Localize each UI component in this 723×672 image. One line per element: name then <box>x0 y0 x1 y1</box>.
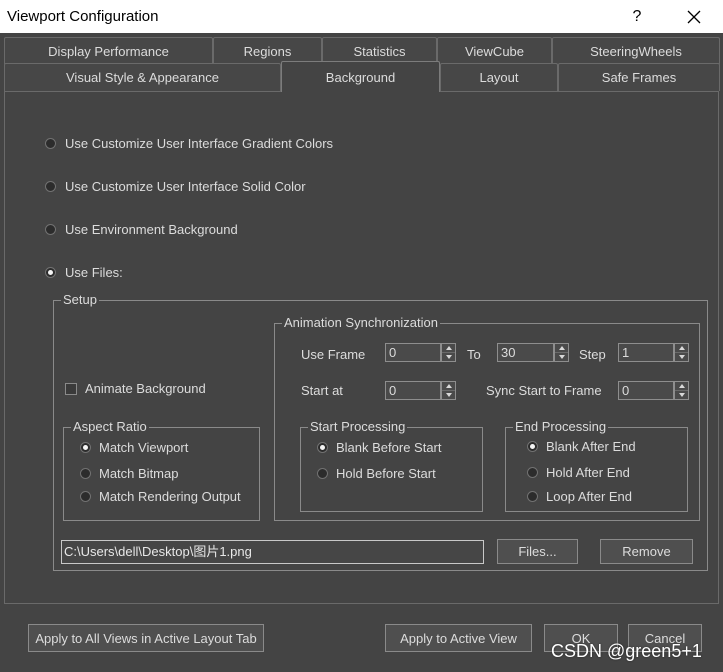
help-button[interactable]: ? <box>617 0 657 33</box>
radio-button[interactable] <box>317 468 328 479</box>
tab-visual-style-appearance[interactable]: Visual Style & Appearance <box>4 63 281 91</box>
apply-to-all-views-label: Apply to All Views in Active Layout Tab <box>35 630 257 646</box>
radio-label: Match Viewport <box>99 440 189 455</box>
radio-label: Match Bitmap <box>99 466 179 481</box>
spinner-up-arrow-icon[interactable] <box>675 344 688 353</box>
sync-start-field[interactable]: 0 <box>618 381 674 400</box>
aspect-ratio-title: Aspect Ratio <box>71 419 149 435</box>
radio-button[interactable] <box>527 491 538 502</box>
radio-label: Blank Before Start <box>336 440 442 455</box>
setup-group-title: Setup <box>61 292 99 308</box>
tab-label: ViewCube <box>464 43 525 59</box>
remove-button[interactable]: Remove <box>600 539 693 564</box>
tab-label: Visual Style & Appearance <box>66 70 219 85</box>
animate-background-checkbox[interactable] <box>65 383 77 395</box>
close-icon <box>687 10 701 23</box>
use-frame-label: Use Frame <box>301 347 366 362</box>
spinner-arrows[interactable] <box>554 343 569 362</box>
end-processing-title: End Processing <box>513 419 609 435</box>
spinner-down-arrow-icon[interactable] <box>675 391 688 399</box>
radio-label: Use Customize User Interface Solid Color <box>65 179 306 194</box>
step-field[interactable]: 1 <box>618 343 674 362</box>
radio-label: Hold Before Start <box>336 466 436 481</box>
apply-to-active-view-button[interactable]: Apply to Active View <box>385 624 532 652</box>
animate-background-label: Animate Background <box>85 381 206 396</box>
setup-group: Setup Animate Background Aspect Ratio Ma… <box>53 292 708 571</box>
tab-regions[interactable]: Regions <box>213 37 322 64</box>
tab-background[interactable]: Background <box>281 61 440 92</box>
spinner-down-arrow-icon[interactable] <box>442 353 455 361</box>
tab-display-performance[interactable]: Display Performance <box>4 37 213 64</box>
tab-label: SteeringWheels <box>590 43 682 59</box>
spinner-arrows[interactable] <box>674 343 689 362</box>
step-label: Step <box>579 347 606 362</box>
spinner-up-arrow-icon[interactable] <box>675 382 688 391</box>
radio-button[interactable] <box>45 181 56 192</box>
use-frame-field[interactable]: 0 <box>385 343 441 362</box>
spinner-up-arrow-icon[interactable] <box>442 382 455 391</box>
tab-steeringwheels[interactable]: SteeringWheels <box>552 37 720 64</box>
spinner-arrows[interactable] <box>441 381 456 400</box>
radio-label: Loop After End <box>546 489 633 504</box>
remove-button-label: Remove <box>622 544 671 559</box>
radio-button[interactable] <box>317 442 328 453</box>
files-button-label: Files... <box>518 544 557 559</box>
tab-label: Background <box>325 69 396 85</box>
window-title: Viewport Configuration <box>7 8 159 25</box>
tab-label: Regions <box>243 43 292 59</box>
apply-to-active-view-label: Apply to Active View <box>400 630 517 646</box>
spinner-arrows[interactable] <box>441 343 456 362</box>
to-frame-field[interactable]: 30 <box>497 343 554 362</box>
radio-button[interactable] <box>80 491 91 502</box>
spinner-arrows[interactable] <box>674 381 689 400</box>
close-button[interactable] <box>674 0 714 33</box>
tab-label: Display Performance <box>48 43 169 59</box>
animation-sync-group: Animation Synchronization Use Frame 0 To… <box>274 315 700 521</box>
tab-label: Layout <box>479 70 519 85</box>
animation-sync-title: Animation Synchronization <box>282 315 440 331</box>
start-at-field[interactable]: 0 <box>385 381 441 400</box>
spinner-up-arrow-icon[interactable] <box>442 344 455 353</box>
tab-label: Safe Frames <box>601 70 677 85</box>
spinner-down-arrow-icon[interactable] <box>442 391 455 399</box>
start-processing-title: Start Processing <box>308 419 408 435</box>
radio-button[interactable] <box>80 468 91 479</box>
radio-label: Match Rendering Output <box>99 489 241 504</box>
radio-label: Blank After End <box>546 439 636 454</box>
radio-button[interactable] <box>527 441 538 452</box>
radio-button[interactable] <box>527 467 538 478</box>
tab-viewcube[interactable]: ViewCube <box>437 37 552 64</box>
spinner-down-arrow-icon[interactable] <box>555 353 568 361</box>
help-label: ? <box>632 7 642 25</box>
start-processing-group: Start Processing Blank Before Start Hold… <box>300 419 483 512</box>
spinner-up-arrow-icon[interactable] <box>555 344 568 353</box>
radio-label: Use Customize User Interface Gradient Co… <box>65 136 334 151</box>
radio-button[interactable] <box>45 224 56 235</box>
radio-label: Use Environment Background <box>65 222 238 237</box>
apply-to-all-views-button[interactable]: Apply to All Views in Active Layout Tab <box>28 624 264 652</box>
tab-safe-frames[interactable]: Safe Frames <box>558 63 720 91</box>
radio-button[interactable] <box>45 267 56 278</box>
file-path-field[interactable]: C:\Users\dell\Desktop\图片1.png <box>61 540 484 564</box>
radio-button[interactable] <box>45 138 56 149</box>
tab-label: Statistics <box>353 43 406 59</box>
files-button[interactable]: Files... <box>497 539 578 564</box>
sync-start-label: Sync Start to Frame <box>486 383 602 398</box>
to-label: To <box>467 347 481 362</box>
watermark: CSDN @green5+1 <box>551 641 702 661</box>
end-processing-group: End Processing Blank After End Hold Afte… <box>505 419 688 512</box>
radio-label: Use Files: <box>65 265 123 280</box>
title-bar: Viewport Configuration ? <box>0 0 723 33</box>
spinner-down-arrow-icon[interactable] <box>675 353 688 361</box>
radio-label: Hold After End <box>546 465 630 480</box>
aspect-ratio-group: Aspect Ratio Match Viewport Match Bitmap… <box>63 419 260 521</box>
tab-layout[interactable]: Layout <box>440 63 558 91</box>
start-at-label: Start at <box>301 383 343 398</box>
radio-button[interactable] <box>80 442 91 453</box>
tab-statistics[interactable]: Statistics <box>322 37 437 64</box>
